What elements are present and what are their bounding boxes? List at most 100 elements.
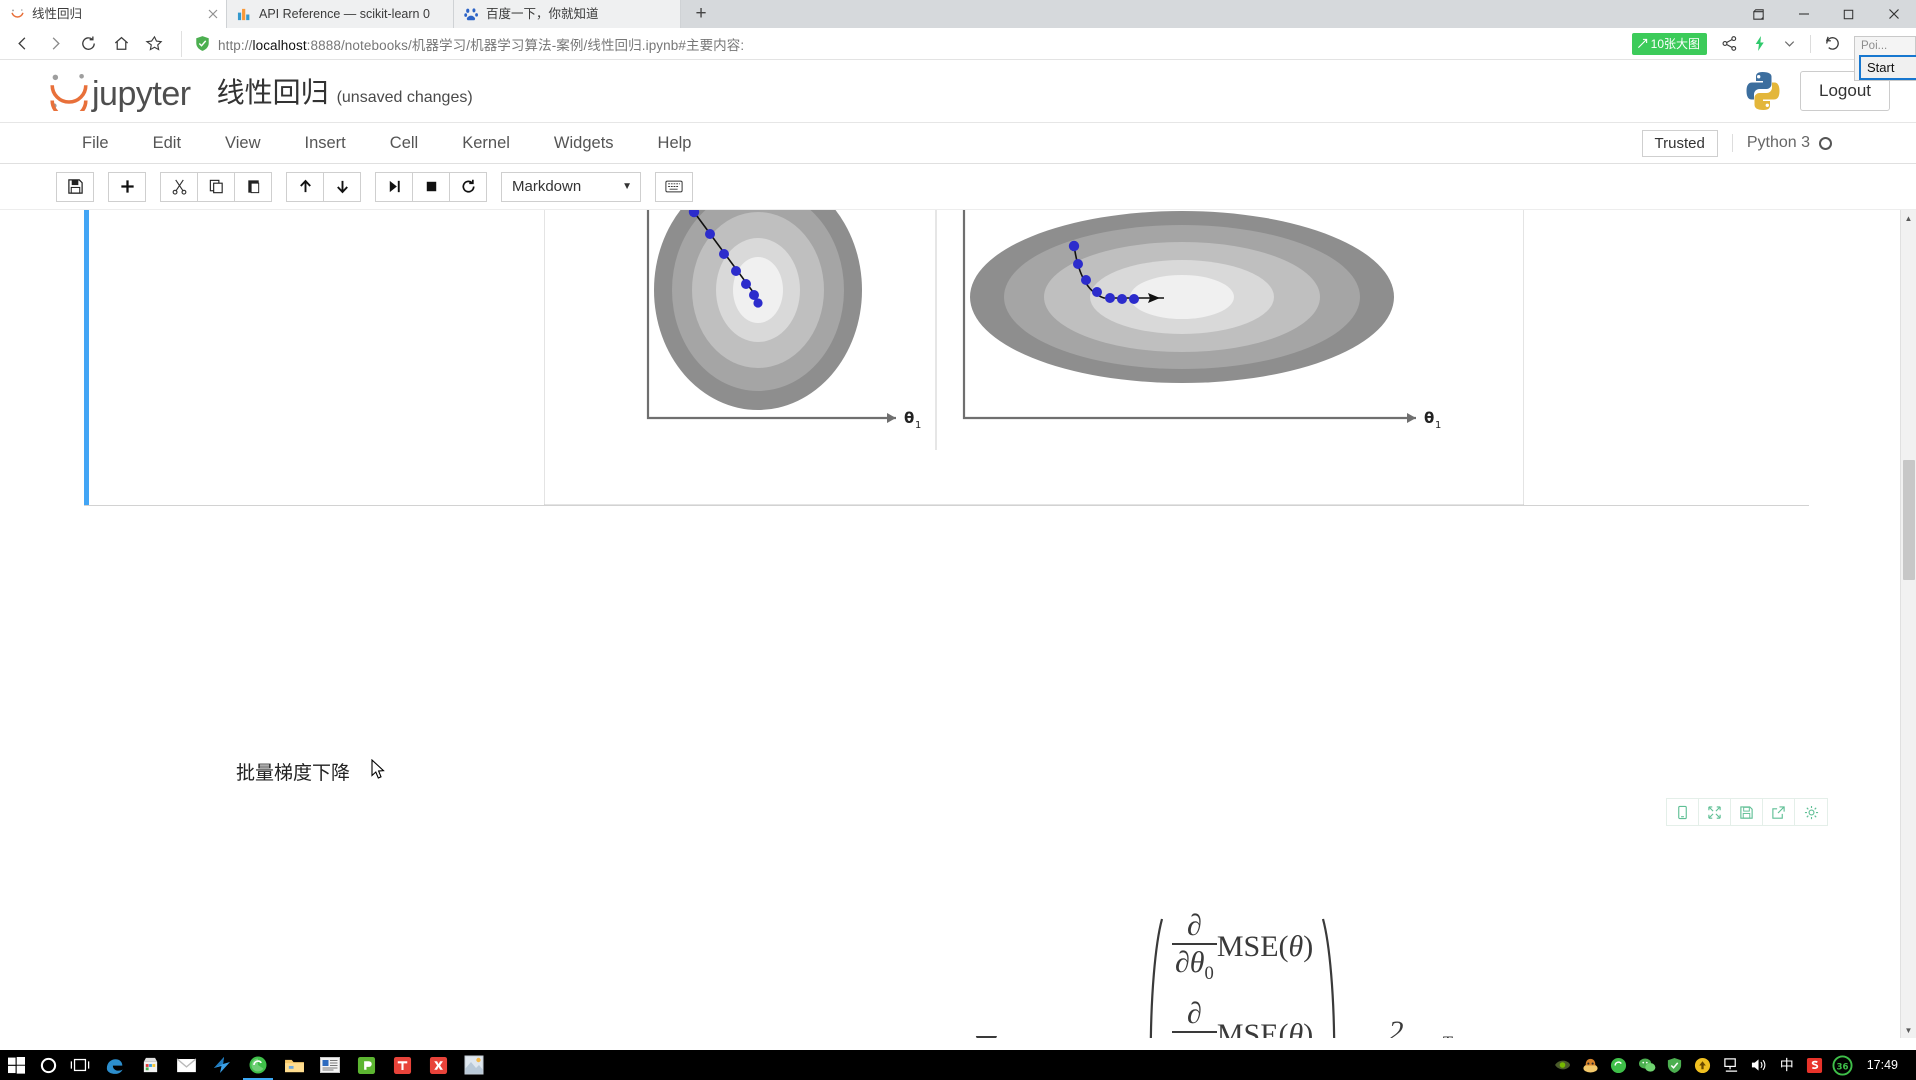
vector-row-1: ∂∂θ1MSE(θ) — [1171, 998, 1313, 1038]
task-view-icon[interactable] — [64, 1050, 96, 1080]
wps-spreadsheet-icon[interactable] — [420, 1050, 456, 1080]
scroll-up-arrow-icon[interactable]: ▲ — [1901, 210, 1916, 226]
nvidia-icon[interactable] — [1549, 1050, 1577, 1080]
mouse-cursor — [371, 759, 385, 779]
notebook-name[interactable]: 线性回归 — [217, 71, 329, 111]
browser-tab-2[interactable]: 百度一下，你就知道 — [454, 0, 681, 28]
export-share-icon[interactable] — [1763, 799, 1795, 825]
wps-writer-icon[interactable] — [384, 1050, 420, 1080]
kernel-indicator[interactable]: Python 3 — [1731, 134, 1832, 152]
menu-insert[interactable]: Insert — [283, 122, 368, 164]
browser-tab-0[interactable]: 线性回归 — [0, 0, 227, 28]
menu-bar-right: Trusted Python 3 — [1641, 129, 1894, 157]
jupyter-logo[interactable]: jupyter — [48, 71, 191, 111]
close-icon[interactable] — [206, 7, 220, 21]
matrix-expression: XT · (X · θ − y) — [1420, 1033, 1605, 1039]
menu-help[interactable]: Help — [636, 122, 714, 164]
cut-cell-button[interactable] — [160, 171, 198, 202]
save-image-icon[interactable] — [1731, 799, 1763, 825]
share-icon[interactable] — [1715, 28, 1743, 60]
url-bar[interactable]: http://localhost:8888/notebooks/机器学习/机器学… — [181, 30, 1624, 57]
fullscreen-expand-icon[interactable] — [1699, 799, 1731, 825]
news-icon[interactable] — [312, 1050, 348, 1080]
mobile-preview-icon[interactable] — [1667, 799, 1699, 825]
svg-text:θ: θ — [904, 409, 914, 427]
sogou-pinyin-icon[interactable] — [1577, 1050, 1605, 1080]
mini-panel-start-button[interactable]: Start — [1859, 55, 1916, 80]
sogou-logo-icon[interactable] — [1801, 1050, 1829, 1080]
copy-cell-button[interactable] — [197, 171, 235, 202]
window-controls — [1736, 0, 1916, 28]
lightning-icon[interactable] — [1745, 28, 1773, 60]
history-back-icon[interactable] — [1818, 28, 1846, 60]
ime-indicator[interactable]: 中 — [1773, 1050, 1801, 1080]
update-icon[interactable] — [1689, 1050, 1717, 1080]
notebook-cell-figure[interactable]: θ 1 θ 1 — [84, 210, 1809, 506]
scrollbar-thumb[interactable] — [1903, 460, 1915, 580]
interrupt-kernel-button[interactable] — [412, 171, 450, 202]
mini-panel-label: Poi... — [1861, 40, 1888, 52]
minimize-icon[interactable] — [1781, 0, 1826, 28]
new-tab-button[interactable]: + — [681, 0, 721, 28]
right-paren-icon — [1322, 918, 1336, 1038]
scikit-learn-icon — [237, 8, 250, 20]
tab-strip: 线性回归 API Reference — scikit-learn 0 百度一下… — [0, 0, 1916, 28]
notification-badge[interactable]: 36 — [1829, 1050, 1857, 1080]
home-icon[interactable] — [105, 28, 138, 60]
scroll-down-arrow-icon[interactable]: ▼ — [1901, 1022, 1916, 1038]
run-cell-button[interactable] — [375, 171, 413, 202]
taskbar-clock[interactable]: 17:49 — [1857, 1050, 1906, 1080]
menu-kernel[interactable]: Kernel — [440, 122, 532, 164]
page-scrollbar[interactable]: ▲ ▼ — [1900, 210, 1916, 1038]
360-browser-icon[interactable] — [240, 1050, 276, 1080]
move-cell-down-button[interactable] — [323, 171, 361, 202]
move-cell-up-button[interactable] — [286, 171, 324, 202]
trusted-badge[interactable]: Trusted — [1641, 129, 1718, 157]
restore-down-icon[interactable] — [1736, 0, 1781, 28]
wps-presentation-icon[interactable] — [348, 1050, 384, 1080]
equals-sign-2: = — [1355, 1033, 1372, 1038]
url-text: http://localhost:8888/notebooks/机器学习/机器学… — [218, 37, 745, 53]
menu-view[interactable]: View — [203, 122, 282, 164]
menu-cell[interactable]: Cell — [368, 122, 440, 164]
restart-kernel-button[interactable] — [449, 171, 487, 202]
command-palette-icon[interactable] — [655, 171, 693, 202]
network-icon[interactable] — [1717, 1050, 1745, 1080]
image-count-badge[interactable]: 10张大图 — [1631, 32, 1707, 55]
windows-start-icon[interactable] — [0, 1050, 32, 1080]
cell-type-select[interactable]: Markdown ▼ — [501, 171, 641, 202]
wechat-work-icon[interactable] — [204, 1050, 240, 1080]
paste-cell-button[interactable] — [234, 171, 272, 202]
menu-edit[interactable]: Edit — [131, 122, 203, 164]
reload-icon[interactable] — [72, 28, 105, 60]
forward-icon[interactable] — [39, 28, 72, 60]
notebook-title-area[interactable]: 线性回归 (unsaved changes) — [217, 71, 473, 111]
menu-file[interactable]: File — [60, 122, 131, 164]
browser-window: 线性回归 API Reference — scikit-learn 0 百度一下… — [0, 0, 1916, 1050]
insert-cell-button[interactable] — [108, 171, 146, 202]
kernel-name: Python 3 — [1746, 134, 1810, 151]
save-button[interactable] — [56, 171, 94, 202]
mail-icon[interactable] — [168, 1050, 204, 1080]
browser-tab-1[interactable]: API Reference — scikit-learn 0 — [227, 0, 454, 28]
wechat-icon[interactable] — [1633, 1050, 1661, 1080]
edge-browser-icon[interactable] — [96, 1050, 132, 1080]
menu-widgets[interactable]: Widgets — [532, 122, 636, 164]
maximize-icon[interactable] — [1826, 0, 1871, 28]
close-icon[interactable] — [1871, 0, 1916, 28]
markdown-heading[interactable]: 批量梯度下降 — [236, 758, 350, 785]
volume-icon[interactable] — [1745, 1050, 1773, 1080]
svg-text:1: 1 — [915, 420, 921, 431]
360-safe-icon[interactable] — [1605, 1050, 1633, 1080]
security-shield-icon[interactable] — [1661, 1050, 1689, 1080]
photos-icon[interactable] — [456, 1050, 492, 1080]
back-icon[interactable] — [6, 28, 39, 60]
windows-taskbar: 中 36 17:49 — [0, 1050, 1916, 1080]
cortana-search-icon[interactable] — [32, 1050, 64, 1080]
settings-gear-icon[interactable] — [1795, 799, 1827, 825]
star-icon[interactable] — [138, 28, 171, 60]
microsoft-store-icon[interactable] — [132, 1050, 168, 1080]
security-shield-icon — [196, 36, 209, 51]
chevron-down-icon[interactable] — [1775, 28, 1803, 60]
file-explorer-icon[interactable] — [276, 1050, 312, 1080]
